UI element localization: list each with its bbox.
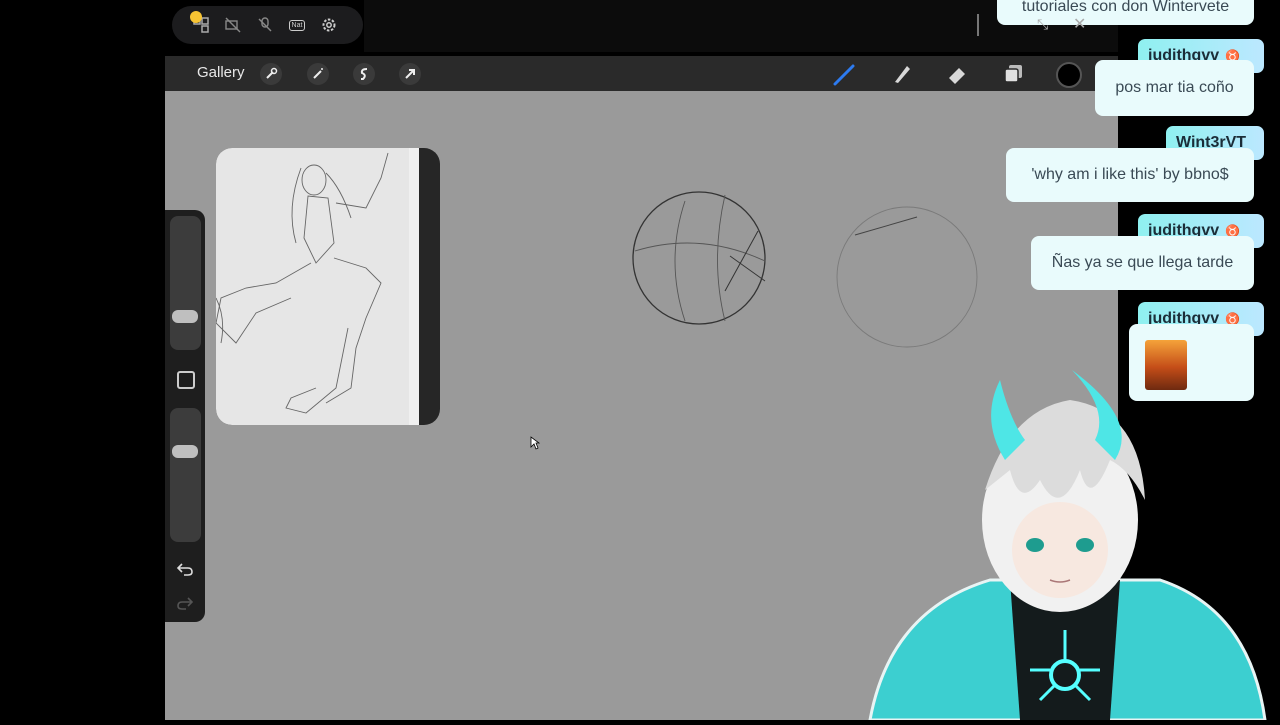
chat-message: pos mar tia coño [1095,60,1254,116]
reference-sketch [216,148,409,425]
mouse-cursor-icon [530,436,541,455]
brush-size-knob[interactable] [172,310,198,323]
modify-button[interactable] [177,371,195,389]
gallery-button[interactable]: Gallery [197,64,245,81]
smudge-icon[interactable] [889,62,913,86]
brush-size-slider[interactable] [170,216,201,350]
eraser-icon[interactable] [945,62,969,86]
video-off-icon[interactable] [222,14,244,36]
mic-off-icon[interactable] [254,14,276,36]
opacity-knob[interactable] [172,445,198,458]
layers-icon[interactable] [1001,62,1025,86]
undo-icon[interactable] [176,561,194,582]
wrench-icon[interactable] [260,63,282,85]
opacity-slider[interactable] [170,408,201,542]
chat-message: Ñas ya se que llega tarde [1031,236,1254,290]
nat-badge-icon[interactable]: Nat [286,14,308,36]
vtuber-avatar [860,370,1280,725]
reference-window[interactable] [216,148,440,425]
color-swatch-icon[interactable] [1056,62,1082,88]
reference-edge [409,148,419,425]
collapse-icon[interactable]: ⤡ [1037,16,1048,33]
selection-icon[interactable] [353,63,375,85]
screen-recording-controls: Nat [172,6,363,44]
close-icon[interactable]: ✕ [1073,14,1086,34]
chat-message-top: tutoriales con don Wintervete [997,0,1254,25]
transform-arrow-icon[interactable] [399,63,421,85]
brush-icon[interactable] [833,62,857,86]
notification-dot [190,11,202,23]
gear-icon[interactable] [318,14,340,36]
magic-wand-icon[interactable] [307,63,329,85]
redo-icon[interactable] [176,595,194,616]
chat-message: 'why am i like this' by bbno$ [1006,148,1254,202]
top-divider [977,14,979,36]
